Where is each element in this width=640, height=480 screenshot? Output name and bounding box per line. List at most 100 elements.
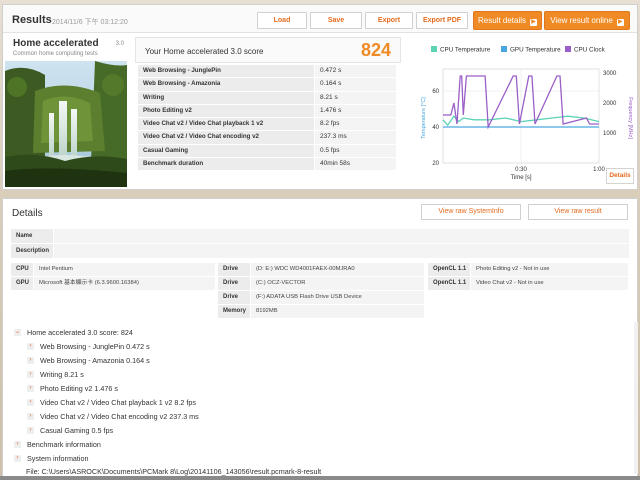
y-left-tick-label: 60 (432, 89, 439, 95)
monitoring-chart: 20 40 60 1000 2000 3000 0:30 1:00 Time [s] Temper… (421, 46, 633, 181)
details-scrollbar[interactable] (634, 322, 638, 474)
chevron-right-icon[interactable]: › (27, 399, 34, 406)
tree-benchmark-info-label: Benchmark information (27, 440, 101, 449)
tree-child-label: Web Browsing - Amazonia 0.164 s (40, 356, 150, 365)
cpu-value: Intel Pentium (34, 263, 215, 276)
chevron-right-icon[interactable]: › (27, 371, 34, 378)
x-tick-label: 1:00 (593, 167, 605, 173)
drive-row: Drive (C:) OCZ-VECTOR (218, 277, 424, 290)
tree-child-label: Video Chat v2 / Video Chat encoding v2 2… (40, 412, 199, 421)
score-row: Benchmark duration 40min 58s (138, 158, 396, 172)
score-row-label: Web Browsing - Amazonia (138, 78, 314, 91)
load-button[interactable]: Load (257, 12, 307, 29)
score-row: Photo Editing v2 1.476 s (138, 104, 396, 119)
chevron-right-icon[interactable]: › (27, 385, 34, 392)
view-result-online-button[interactable]: View result online ▶ (544, 11, 630, 30)
result-details-button[interactable]: Result details ▶ (473, 11, 542, 30)
tree-child-label: Casual Gaming 0.5 fps (40, 426, 114, 435)
results-panel: Results 2014/11/6 下午 03:12:20 Load Save … (2, 4, 638, 190)
name-row: Name (11, 229, 629, 243)
benchmark-version: 3.0 (115, 41, 124, 47)
chevron-right-icon[interactable]: › (27, 343, 34, 350)
tree-child-item[interactable]: › Writing 8.21 s (27, 368, 427, 381)
tree-system-info-item[interactable]: › System information (14, 452, 414, 465)
view-raw-systeminfo-button[interactable]: View raw SystemInfo (421, 204, 521, 220)
description-row: Description (11, 244, 629, 258)
benchmark-name: Home accelerated (13, 38, 99, 49)
chevron-right-icon[interactable]: › (27, 413, 34, 420)
chevron-down-icon[interactable]: ⌄ (14, 329, 21, 336)
benchmark-subtitle: Common home computing tests (13, 51, 98, 57)
score-row-value: 0.5 fps (315, 144, 396, 158)
gpu-label: GPU (11, 277, 33, 290)
details-title: Details (12, 208, 43, 219)
score-row: Web Browsing - JunglePin 0.472 s (138, 65, 396, 79)
tree-child-item[interactable]: › Web Browsing - Amazonia 0.164 s (27, 354, 427, 367)
score-label: Your Home accelerated 3.0 score (145, 47, 264, 56)
results-toolbar: Results 2014/11/6 下午 03:12:20 Load Save … (3, 5, 637, 33)
gpu-row: GPU Microsoft 基本顯示卡 (6.3.9600.16384) (11, 277, 215, 290)
tree-child-item[interactable]: › Casual Gaming 0.5 fps (27, 424, 427, 437)
score-header: Your Home accelerated 3.0 score 824 (135, 37, 401, 63)
score-row-label: Writing (138, 91, 314, 104)
score-row: Writing 8.21 s (138, 91, 396, 105)
export-button[interactable]: Export (365, 12, 413, 29)
y-right-axis-label: Frequency [MHz] (627, 97, 633, 139)
result-details-label: Result details (477, 16, 527, 25)
score-row-label: Web Browsing - JunglePin (138, 65, 314, 78)
result-date: 2014/11/6 下午 03:12:20 (52, 19, 128, 26)
score-table: Web Browsing - JunglePin 0.472 s Web Brow… (138, 65, 396, 172)
score-row-value: 40min 58s (315, 158, 396, 171)
memory-row: Memory 8192MB (218, 305, 424, 318)
tree-child-item[interactable]: › Photo Editing v2 1.476 s (27, 382, 427, 395)
opencl-row: OpenCL 1.1 Photo Editing v2 - Not in use (428, 263, 628, 276)
arrow-right-icon: ▶ (530, 19, 538, 26)
y-left-tick-label: 40 (432, 125, 439, 131)
drive-label: Drive (218, 277, 250, 290)
export-pdf-button[interactable]: Export PDF (416, 12, 468, 29)
chevron-right-icon[interactable]: › (27, 357, 34, 364)
score-value: 824 (360, 40, 391, 60)
tree-system-info-label: System information (27, 454, 89, 463)
score-row-label: Video Chat v2 / Video Chat playback 1 v2 (138, 118, 314, 131)
benchmark-card: Home accelerated 3.0 Common home computi… (5, 35, 127, 188)
view-raw-result-button[interactable]: View raw result (528, 204, 628, 220)
drive-value: (D: E:) WDC WD4001FAEX-00MJRA0 (251, 263, 424, 276)
monitoring-chart-panel: 20 40 60 1000 2000 3000 0:30 1:00 Time [s] Temper… (405, 37, 637, 187)
drive-row: Drive (D: E:) WDC WD4001FAEX-00MJRA0 (218, 263, 424, 276)
opencl-value: Photo Editing v2 - Not in use (471, 263, 628, 276)
opencl-label: OpenCL 1.1 (428, 277, 470, 290)
tree-child-label: Photo Editing v2 1.476 s (40, 384, 118, 393)
score-row: Casual Gaming 0.5 fps (138, 144, 396, 159)
tree-root-item[interactable]: ⌄ Home accelerated 3.0 score: 824 (14, 326, 414, 339)
y-right-tick-label: 2000 (603, 101, 617, 107)
name-value (54, 229, 629, 243)
save-button[interactable]: Save (310, 12, 362, 29)
chevron-right-icon[interactable]: › (14, 441, 21, 448)
tree-benchmark-info-item[interactable]: › Benchmark information (14, 438, 414, 451)
score-row-label: Casual Gaming (138, 144, 314, 158)
chevron-right-icon[interactable]: › (14, 455, 21, 462)
tree-child-item[interactable]: › Video Chat v2 / Video Chat playback 1 … (27, 396, 427, 409)
score-row-label: Photo Editing v2 (138, 104, 314, 118)
drive-label: Drive (218, 291, 250, 304)
score-row: Video Chat v2 / Video Chat playback 1 v2… (138, 118, 396, 132)
chart-details-button[interactable]: Details (606, 168, 634, 184)
chevron-right-icon[interactable]: › (27, 427, 34, 434)
score-row-value: 8.21 s (315, 91, 396, 104)
cpu-label: CPU (11, 263, 33, 276)
gpu-value: Microsoft 基本顯示卡 (6.3.9600.16384) (34, 277, 215, 290)
legend-swatch (565, 46, 571, 52)
view-result-online-label: View result online (550, 16, 613, 25)
x-axis-label: Time [s] (510, 175, 531, 181)
tree-child-label: Writing 8.21 s (40, 370, 84, 379)
y-right-tick-label: 3000 (603, 71, 617, 77)
tree-child-item[interactable]: › Web Browsing - JunglePin 0.472 s (27, 340, 427, 353)
y-left-axis-label: Temperature [°C] (421, 97, 427, 139)
benchmark-waterfall-image (5, 61, 127, 187)
score-row-label: Benchmark duration (138, 158, 314, 171)
tree-child-item[interactable]: › Video Chat v2 / Video Chat encoding v2… (27, 410, 427, 423)
cpu-row: CPU Intel Pentium (11, 263, 215, 276)
score-row-value: 237.3 ms (315, 131, 396, 144)
drive-row: Drive (F:) ADATA USB Flash Drive USB Devi… (218, 291, 424, 304)
